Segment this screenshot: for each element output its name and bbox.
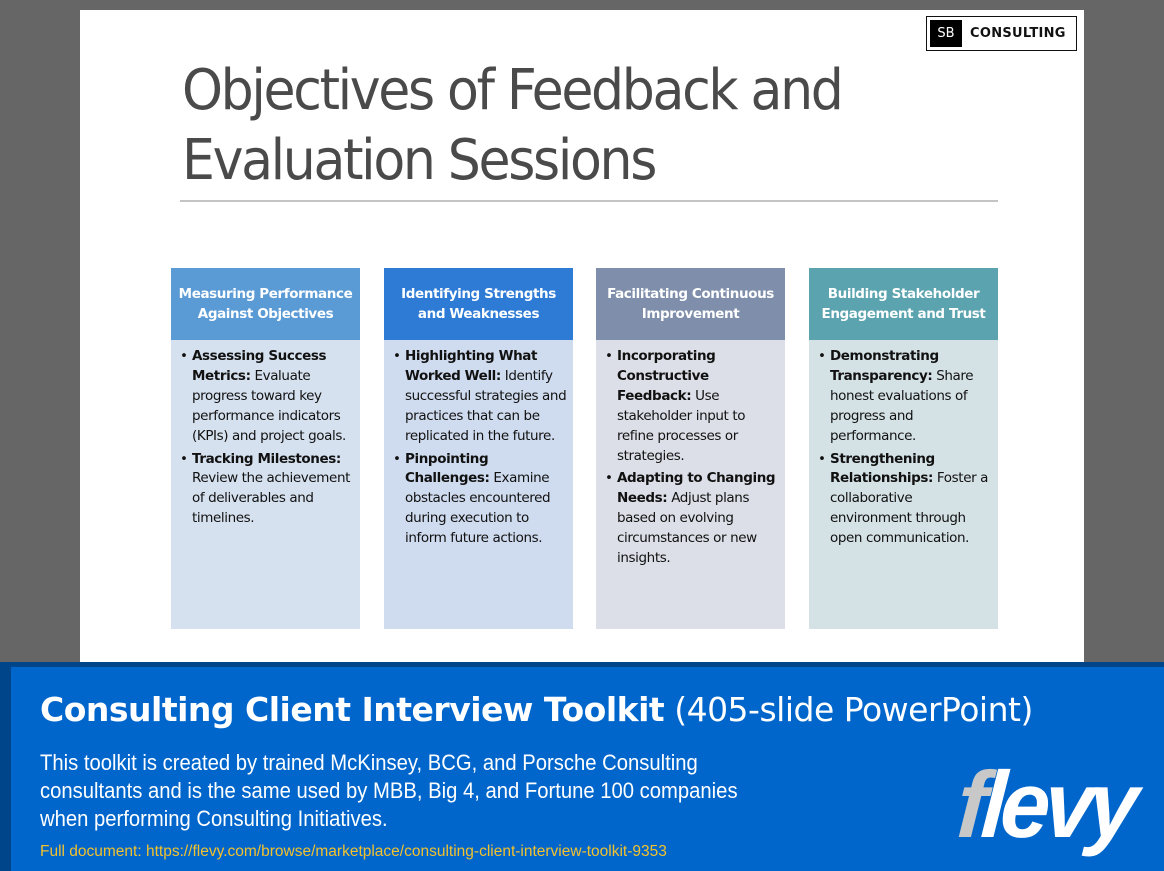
banner-title-detail: (405-slide PowerPoint) xyxy=(664,690,1033,729)
column-header: Facilitating Continuous Improvement xyxy=(596,268,785,340)
column-header: Measuring Performance Against Objectives xyxy=(171,268,360,340)
column-header: Building Stakeholder Engagement and Trus… xyxy=(809,268,998,340)
logo-badge: SB xyxy=(930,20,962,47)
column-body: • Incorporating Constructive Feedback: U… xyxy=(596,340,785,629)
sb-consulting-logo: SB CONSULTING xyxy=(926,16,1077,51)
bullet-heading: Pinpointing Challenges: xyxy=(405,450,490,487)
banner-title: Consulting Client Interview Toolkit (405… xyxy=(40,690,1033,730)
objective-column: Measuring Performance Against Objectives… xyxy=(171,268,360,629)
bullet-heading: Demonstrating Transparency: xyxy=(830,348,939,384)
bullet-heading: Strengthening Relationships: xyxy=(830,450,935,487)
bullet-item: • Tracking Milestones: Review the achiev… xyxy=(180,450,354,530)
objectives-columns: Measuring Performance Against Objectives… xyxy=(171,268,998,629)
column-header: Identifying Strengths and Weaknesses xyxy=(384,268,573,340)
bullet-text: Review the achievement of deliverables a… xyxy=(192,470,351,527)
column-body: • Highlighting What Worked Well: Identif… xyxy=(384,340,573,629)
bullet-item: • Pinpointing Challenges: Examine obstac… xyxy=(393,450,567,550)
objective-column: Identifying Strengths and Weaknesses • H… xyxy=(384,268,573,629)
banner-description: This toolkit is created by trained McKin… xyxy=(40,750,738,831)
bullet-icon: • xyxy=(393,450,401,467)
bullet-icon: • xyxy=(393,348,401,364)
full-document-link[interactable]: Full document: https://flevy.com/browse/… xyxy=(40,842,667,862)
bullet-heading: Tracking Milestones: xyxy=(192,450,341,467)
logo-text: CONSULTING xyxy=(970,26,1066,41)
column-body: • Assessing Success Metrics: Evaluate pr… xyxy=(171,340,360,629)
flevy-logo-rest: levy xyxy=(978,752,1137,857)
bullet-item: • Incorporating Constructive Feedback: U… xyxy=(605,347,779,466)
bullet-icon: • xyxy=(605,470,613,487)
bullet-item: • Highlighting What Worked Well: Identif… xyxy=(393,347,567,447)
slide: SB CONSULTING Objectives of Feedback and… xyxy=(80,10,1084,662)
slide-title-line1: Objectives of Feedback and xyxy=(182,58,844,123)
bullet-item: • Assessing Success Metrics: Evaluate pr… xyxy=(180,347,354,447)
title-divider xyxy=(180,200,998,202)
objective-column: Building Stakeholder Engagement and Trus… xyxy=(809,268,998,629)
objective-column: Facilitating Continuous Improvement • In… xyxy=(596,268,785,629)
column-body: • Demonstrating Transparency: Share hone… xyxy=(809,340,998,629)
bullet-icon: • xyxy=(180,348,188,364)
bullet-icon: • xyxy=(818,348,826,364)
bullet-item: • Adapting to Changing Needs: Adjust pla… xyxy=(605,469,779,569)
flevy-logo[interactable]: flevy xyxy=(954,752,1137,857)
slide-title-line2: Evaluation Sessions xyxy=(182,128,657,193)
bullet-icon: • xyxy=(180,450,188,467)
promo-banner: Consulting Client Interview Toolkit (405… xyxy=(0,662,1164,871)
bullet-item: • Strengthening Relationships: Foster a … xyxy=(818,450,992,550)
banner-title-product: Consulting Client Interview Toolkit xyxy=(40,690,665,729)
promo-banner-panel: Consulting Client Interview Toolkit (405… xyxy=(11,667,1164,871)
slide-title: Objectives of Feedback and Evaluation Se… xyxy=(182,56,945,196)
bullet-icon: • xyxy=(818,450,826,467)
bullet-item: • Demonstrating Transparency: Share hone… xyxy=(818,347,992,447)
bullet-icon: • xyxy=(605,348,613,364)
